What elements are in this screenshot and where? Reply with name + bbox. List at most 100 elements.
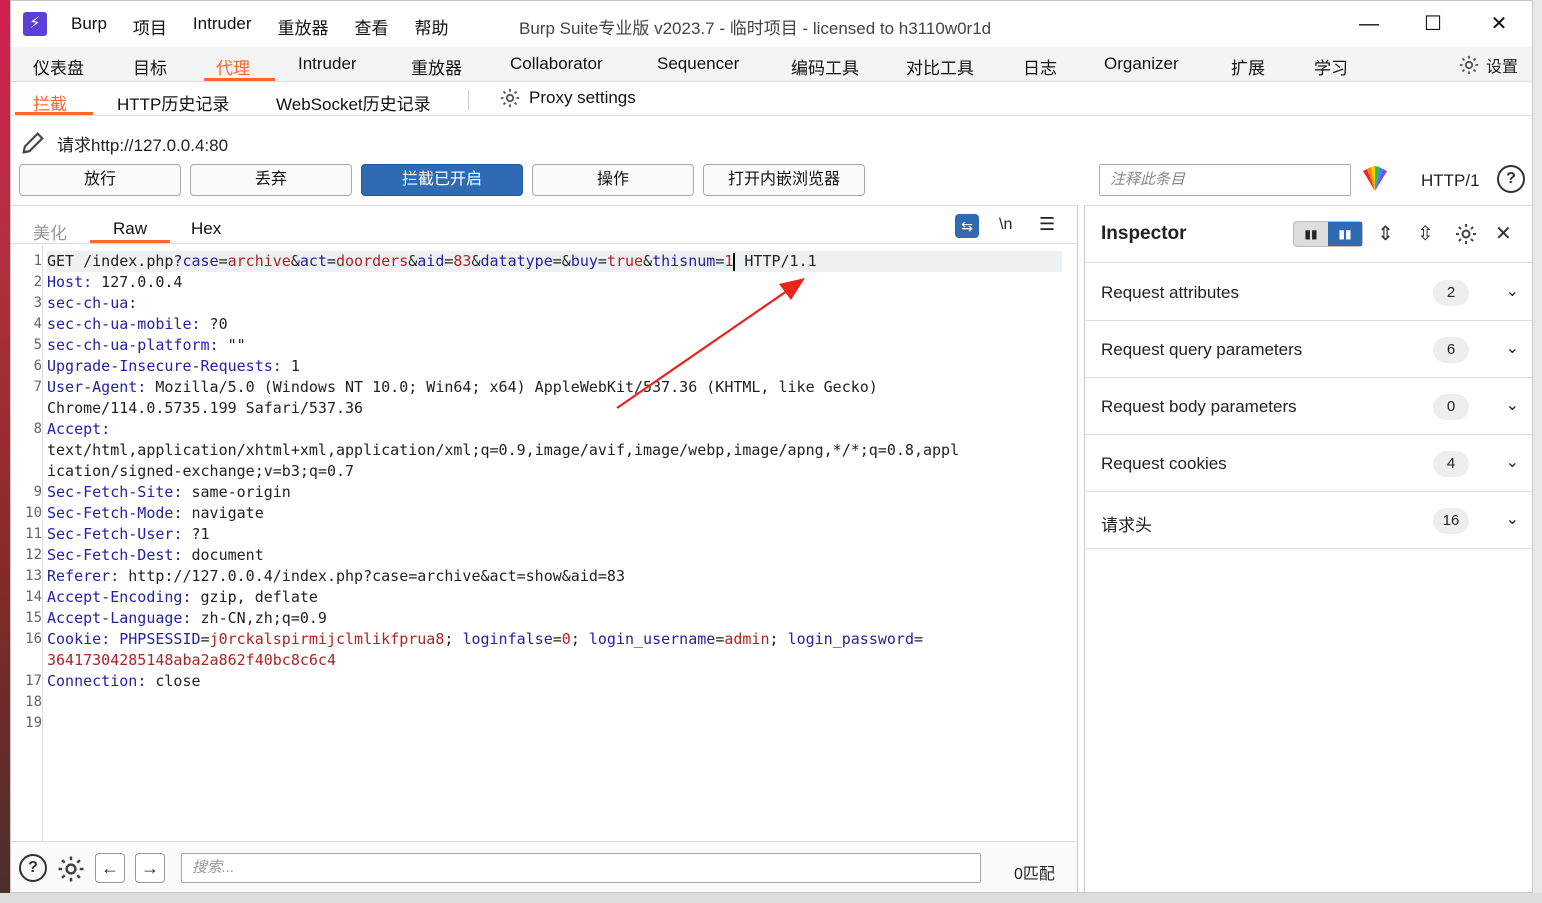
tab-logger[interactable]: 日志 bbox=[1023, 54, 1057, 79]
tab-decoder[interactable]: 编码工具 bbox=[791, 54, 859, 79]
inspector-row[interactable]: Request query parameters 6 ⌄ bbox=[1085, 321, 1532, 378]
help-icon[interactable]: ? bbox=[19, 854, 47, 882]
drop-button[interactable]: 丢弃 bbox=[190, 164, 352, 196]
request-line-4: 4 sec-ch-ua-mobile: ?0 bbox=[33, 315, 228, 333]
menu-repeater[interactable]: 重放器 bbox=[278, 14, 329, 39]
menu-view[interactable]: 查看 bbox=[355, 14, 389, 39]
settings-label: 设置 bbox=[1485, 59, 1518, 76]
hamburger-menu-icon[interactable]: ☰ bbox=[1039, 214, 1055, 235]
chevron-down-icon[interactable]: ⌄ bbox=[1506, 338, 1519, 358]
tab-http-history[interactable]: HTTP历史记录 bbox=[117, 90, 229, 115]
help-icon[interactable]: ? bbox=[1497, 165, 1525, 193]
gear-icon[interactable] bbox=[1454, 222, 1478, 246]
highlight-color-icon[interactable] bbox=[1359, 165, 1391, 193]
tab-repeater[interactable]: 重放器 bbox=[411, 54, 462, 79]
inspector-row-label: Request attributes bbox=[1101, 283, 1239, 302]
inspector-layout-toggle[interactable]: ▮▮ ▮▮ bbox=[1293, 221, 1363, 247]
title-bar: ⚡ Burp 项目 Intruder 重放器 查看 帮助 Burp Suite专… bbox=[11, 1, 1532, 47]
tab-learn[interactable]: 学习 bbox=[1314, 54, 1348, 79]
chevron-down-icon[interactable]: ⌄ bbox=[1506, 395, 1519, 415]
tab-intruder[interactable]: Intruder bbox=[298, 54, 357, 74]
tab-proxy[interactable]: 代理 bbox=[216, 54, 250, 79]
tab-dashboard[interactable]: 仪表盘 bbox=[33, 54, 84, 79]
intercept-toggle-button[interactable]: 拦截已开启 bbox=[361, 164, 523, 196]
tab-websocket-history[interactable]: WebSocket历史记录 bbox=[276, 90, 431, 115]
taskbar-edge bbox=[0, 893, 1542, 903]
tab-pretty[interactable]: 美化 bbox=[33, 219, 67, 244]
close-icon[interactable]: ✕ bbox=[1495, 221, 1512, 246]
inspector-row[interactable]: Request attributes 2 ⌄ bbox=[1085, 264, 1532, 321]
tab-sequencer[interactable]: Sequencer bbox=[657, 54, 739, 74]
layout-list-icon[interactable]: ▮▮ bbox=[1294, 222, 1328, 246]
inspector-row[interactable]: Request cookies 4 ⌄ bbox=[1085, 435, 1532, 492]
tab-raw[interactable]: Raw bbox=[113, 219, 147, 239]
open-browser-button[interactable]: 打开内嵌浏览器 bbox=[703, 164, 865, 196]
gear-icon bbox=[500, 88, 520, 108]
request-line-14: 14 Accept-Encoding: gzip, deflate bbox=[25, 588, 318, 606]
burp-logo-icon: ⚡ bbox=[23, 12, 47, 36]
tab-hex[interactable]: Hex bbox=[191, 219, 221, 239]
pencil-icon[interactable] bbox=[19, 129, 47, 157]
close-button[interactable]: ✕ bbox=[1477, 9, 1521, 39]
word-wrap-icon[interactable]: ⇆ bbox=[955, 214, 979, 238]
search-input[interactable]: 搜索... bbox=[181, 853, 981, 883]
settings-button[interactable]: 设置 bbox=[1458, 53, 1518, 77]
request-line-16-wrap: 36417304285148aba2a862f40bc8c6c4 bbox=[47, 651, 336, 669]
tab-comparer[interactable]: 对比工具 bbox=[906, 54, 974, 79]
request-line-7: 7 User-Agent: Mozilla/5.0 (Windows NT 10.… bbox=[33, 378, 878, 396]
count-badge: 2 bbox=[1433, 280, 1469, 306]
tab-target[interactable]: 目标 bbox=[133, 54, 167, 79]
request-target: 请求http://127.0.0.4:80 bbox=[19, 129, 228, 157]
match-count: 0匹配 bbox=[1014, 866, 1055, 883]
newline-toggle-icon[interactable]: \n bbox=[999, 216, 1012, 234]
layout-panel-icon[interactable]: ▮▮ bbox=[1328, 222, 1362, 246]
http-version-label[interactable]: HTTP/1 bbox=[1421, 171, 1480, 191]
action-button[interactable]: 操作 bbox=[532, 164, 694, 196]
proxy-tab-bar: 拦截 HTTP历史记录 WebSocket历史记录 Proxy settings bbox=[11, 82, 1532, 116]
count-badge: 16 bbox=[1433, 508, 1469, 534]
request-line-13: 13 Referer: http://127.0.0.4/index.php?ca… bbox=[25, 567, 625, 585]
collapse-all-icon[interactable]: ⇳ bbox=[1417, 221, 1434, 246]
menu-bar: Burp 项目 Intruder 重放器 查看 帮助 bbox=[71, 14, 475, 39]
minimize-button[interactable]: — bbox=[1347, 9, 1391, 39]
tab-collaborator[interactable]: Collaborator bbox=[510, 54, 603, 74]
request-body-text[interactable]: 1 GET /index.php?case=archive&act=doorder… bbox=[25, 251, 1062, 734]
menu-project[interactable]: 项目 bbox=[133, 14, 167, 39]
search-bar: ? ← → 搜索... 0匹配 bbox=[11, 841, 1077, 892]
request-line-2: 2 Host: 127.0.0.4 bbox=[33, 273, 183, 291]
menu-intruder[interactable]: Intruder bbox=[193, 14, 252, 39]
menu-help[interactable]: 帮助 bbox=[415, 14, 449, 39]
inspector-row-label: 请求头 bbox=[1101, 516, 1152, 535]
request-line-8: 8 Accept: bbox=[33, 420, 111, 438]
inspector-row[interactable]: 请求头 16 ⌄ bbox=[1085, 492, 1532, 549]
proxy-settings-tab[interactable]: Proxy settings bbox=[499, 87, 636, 109]
chevron-down-icon[interactable]: ⌄ bbox=[1506, 452, 1519, 472]
forward-button[interactable]: 放行 bbox=[19, 164, 181, 196]
active-tab-indicator bbox=[204, 78, 275, 81]
expand-all-icon[interactable]: ⇕ bbox=[1377, 221, 1394, 246]
tab-organizer[interactable]: Organizer bbox=[1104, 54, 1179, 74]
inspector-row-label: Request body parameters bbox=[1101, 397, 1297, 416]
chevron-down-icon[interactable]: ⌄ bbox=[1506, 281, 1519, 301]
chevron-down-icon[interactable]: ⌄ bbox=[1506, 509, 1519, 529]
search-placeholder: 搜索... bbox=[192, 859, 235, 876]
comment-input[interactable]: 注释此条目 bbox=[1099, 164, 1351, 196]
inspector-row[interactable]: Request body parameters 0 ⌄ bbox=[1085, 378, 1532, 435]
next-match-button[interactable]: → bbox=[135, 853, 165, 883]
gear-icon[interactable] bbox=[56, 854, 86, 884]
count-badge: 4 bbox=[1433, 451, 1469, 477]
request-line-3: 3 sec-ch-ua: bbox=[33, 294, 138, 312]
request-line-8-wrap1: text/html,application/xhtml+xml,applicat… bbox=[47, 441, 960, 459]
request-line-18: 18 bbox=[25, 694, 42, 710]
inspector-row-label: Request cookies bbox=[1101, 454, 1227, 473]
count-badge: 6 bbox=[1433, 337, 1469, 363]
request-line-12: 12 Sec-Fetch-Dest: document bbox=[25, 546, 264, 564]
inspector-panel: Inspector ▮▮ ▮▮ ⇕ ⇳ ✕ Request attributes… bbox=[1084, 205, 1532, 892]
previous-match-button[interactable]: ← bbox=[95, 853, 125, 883]
inspector-header: Inspector ▮▮ ▮▮ ⇕ ⇳ ✕ bbox=[1085, 206, 1532, 263]
request-line-5: 5 sec-ch-ua-platform: "" bbox=[33, 336, 246, 354]
menu-burp[interactable]: Burp bbox=[71, 14, 107, 39]
inspector-row-label: Request query parameters bbox=[1101, 340, 1303, 359]
maximize-button[interactable]: ☐ bbox=[1411, 9, 1455, 39]
tab-extensions[interactable]: 扩展 bbox=[1231, 54, 1265, 79]
